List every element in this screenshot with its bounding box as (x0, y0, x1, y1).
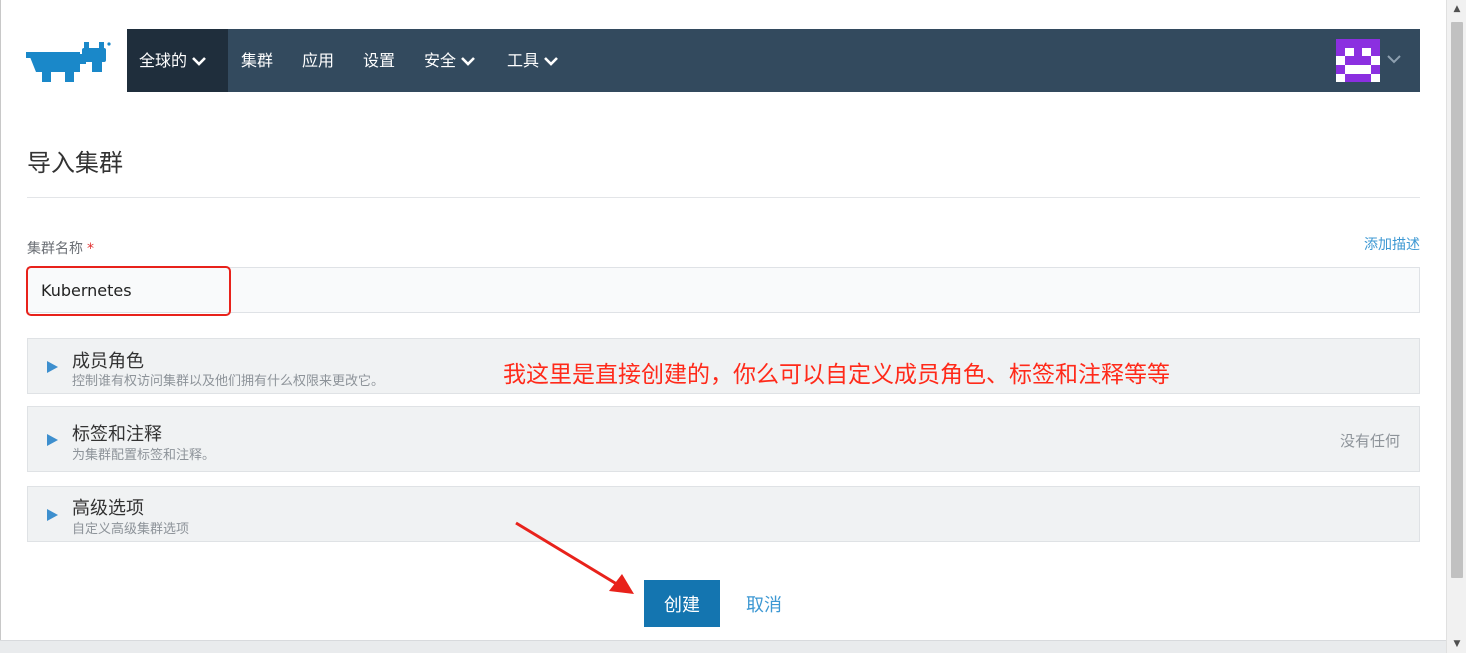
chevron-down-icon (544, 56, 558, 66)
chevron-down-icon (192, 56, 206, 66)
nav-item-apps[interactable]: 应用 (302, 29, 334, 92)
nav-item-clusters[interactable]: 集群 (241, 29, 273, 92)
title-divider (27, 197, 1420, 198)
nav-global-dropdown[interactable]: 全球的 (127, 29, 228, 92)
nav-tools-label: 工具 (507, 51, 540, 70)
accordion-advanced-options[interactable]: 高级选项 自定义高级集群选项 (27, 486, 1420, 542)
expand-triangle-icon (47, 434, 58, 446)
accordion-title: 标签和注释 (72, 424, 162, 445)
add-description-link[interactable]: 添加描述 (1364, 234, 1420, 254)
required-mark: * (87, 241, 94, 257)
top-navbar: 全球的 集群 应用 设置 安全 工具 (127, 29, 1420, 92)
accordion-labels-annotations[interactable]: 标签和注释 为集群配置标签和注释。 没有任何 (27, 406, 1420, 472)
red-arrow-icon (515, 521, 634, 594)
accordion-subtitle: 控制谁有权访问集群以及他们拥有什么权限来更改它。 (72, 374, 385, 389)
annotation-text: 我这里是直接创建的，你么可以自定义成员角色、标签和注释等等 (503, 362, 1170, 388)
nav-global-label: 全球的 (139, 51, 188, 70)
browser-viewport (0, 0, 1446, 653)
nav-item-settings[interactable]: 设置 (363, 29, 395, 92)
nav-tools-dropdown[interactable]: 工具 (507, 29, 559, 92)
accordion-title: 高级选项 (72, 498, 144, 519)
avatar-chevron-down-icon[interactable] (1386, 54, 1402, 64)
cluster-name-input[interactable] (27, 267, 1420, 313)
vertical-scrollbar[interactable]: ▲ ▼ (1446, 0, 1466, 653)
cancel-link[interactable]: 取消 (746, 591, 782, 617)
footer-strip (0, 640, 1446, 653)
scrollbar-thumb[interactable] (1451, 22, 1463, 578)
chevron-down-icon (461, 56, 475, 66)
expand-triangle-icon (47, 509, 58, 521)
scroll-down-icon[interactable]: ▼ (1447, 635, 1466, 653)
accordion-subtitle: 自定义高级集群选项 (72, 522, 190, 537)
cluster-name-label: 集群名称 * (27, 238, 94, 258)
nav-security-dropdown[interactable]: 安全 (424, 29, 476, 92)
cluster-name-label-text: 集群名称 (27, 241, 83, 257)
create-button[interactable]: 创建 (644, 580, 720, 627)
nav-security-label: 安全 (424, 51, 457, 70)
scroll-up-icon[interactable]: ▲ (1447, 0, 1466, 18)
page-title: 导入集群 (27, 149, 123, 177)
accordion-subtitle: 为集群配置标签和注释。 (72, 448, 216, 463)
accordion-status: 没有任何 (1339, 432, 1400, 450)
user-avatar-icon[interactable] (1336, 39, 1380, 82)
expand-triangle-icon (47, 361, 58, 373)
rancher-logo-icon[interactable] (26, 40, 112, 82)
